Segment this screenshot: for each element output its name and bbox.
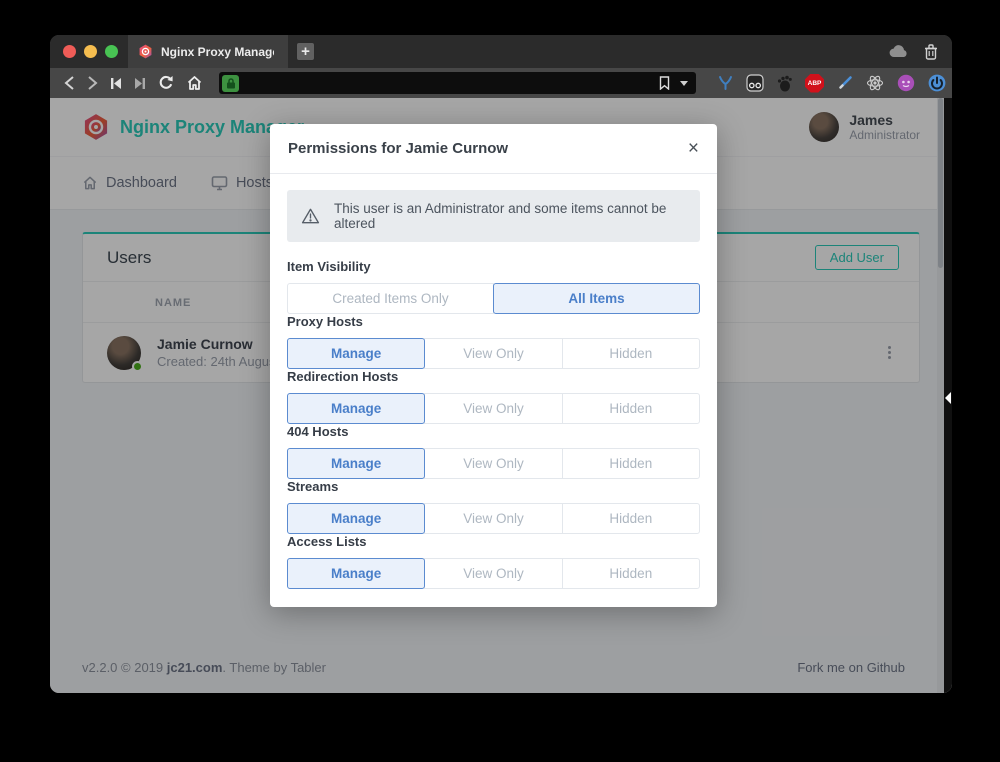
option-view-only[interactable]: View Only [424,558,562,589]
option-hidden[interactable]: Hidden [562,338,700,369]
browser-tab[interactable]: Nginx Proxy Manager [128,35,288,68]
option-view-only[interactable]: View Only [424,503,562,534]
section-label: 404 Hosts [287,424,700,439]
streams-group: Manage View Only Hidden [287,503,700,534]
option-view-only[interactable]: View Only [424,448,562,479]
minimize-window-button[interactable] [84,45,97,58]
option-view-only[interactable]: View Only [424,393,562,424]
section-label: Streams [287,479,700,494]
browser-window: Nginx Proxy Manager + [50,35,952,693]
warning-triangle-icon [301,207,320,225]
option-hidden[interactable]: Hidden [562,558,700,589]
trash-icon[interactable] [924,44,938,60]
sidebar-toggle-strip[interactable] [944,98,952,693]
page-viewport: Nginx Proxy Manager James Administrator … [50,98,952,693]
maximize-window-button[interactable] [105,45,118,58]
permission-section-redirection-hosts: Redirection Hosts Manage View Only Hidde… [287,369,700,424]
atom-devtools-extension-icon[interactable] [866,74,884,92]
tab-title: Nginx Proxy Manager [161,45,274,59]
option-hidden[interactable]: Hidden [562,393,700,424]
section-label: Redirection Hosts [287,369,700,384]
https-lock-icon[interactable] [222,75,239,92]
admin-warning-alert: This user is an Administrator and some i… [287,190,700,242]
cloud-sync-icon[interactable] [889,45,909,58]
404-hosts-group: Manage View Only Hidden [287,448,700,479]
power-extension-icon[interactable] [928,74,946,92]
forward-button-icon[interactable] [87,75,98,91]
adblock-plus-extension-icon[interactable]: ABP [805,74,824,93]
permission-section-streams: Streams Manage View Only Hidden [287,479,700,534]
browser-tab-bar: Nginx Proxy Manager + [50,35,952,68]
option-all-items[interactable]: All Items [493,283,700,314]
permission-section-404-hosts: 404 Hosts Manage View Only Hidden [287,424,700,479]
item-visibility-group: Created Items Only All Items [287,283,700,314]
permissions-modal: Permissions for Jamie Curnow × This user… [270,124,717,607]
section-label: Access Lists [287,534,700,549]
section-label: Proxy Hosts [287,314,700,329]
eyedropper-extension-icon[interactable] [837,75,853,91]
skip-to-end-icon[interactable] [134,77,146,90]
permission-section-proxy-hosts: Proxy Hosts Manage View Only Hidden [287,314,700,369]
abp-label: ABP [808,80,822,87]
option-hidden[interactable]: Hidden [562,503,700,534]
sidebar-toggle-arrow-icon[interactable] [945,392,951,404]
purple-extension-icon[interactable] [897,74,915,92]
new-tab-button[interactable]: + [296,42,315,61]
option-manage[interactable]: Manage [287,558,425,589]
gnome-foot-extension-icon[interactable] [777,75,792,92]
redirection-hosts-group: Manage View Only Hidden [287,393,700,424]
extension-icons: ABP [718,74,946,93]
alert-text: This user is an Administrator and some i… [334,201,686,231]
option-created-items-only[interactable]: Created Items Only [287,283,494,314]
bookmark-icon[interactable] [659,76,670,90]
section-label: Item Visibility [287,259,700,274]
reload-icon[interactable] [158,75,174,91]
option-manage[interactable]: Manage [287,338,425,369]
bookmark-dropdown-icon[interactable] [680,81,688,86]
access-lists-group: Manage View Only Hidden [287,558,700,589]
browser-toolbar: ABP [50,68,952,98]
skip-to-start-icon[interactable] [110,77,122,90]
close-window-button[interactable] [63,45,76,58]
favicon-npm-logo-icon [138,44,153,59]
option-manage[interactable]: Manage [287,448,425,479]
option-manage[interactable]: Manage [287,503,425,534]
fork-extension-icon[interactable] [718,75,733,91]
window-controls [50,45,128,58]
option-hidden[interactable]: Hidden [562,448,700,479]
tampermonkey-extension-icon[interactable] [746,74,764,92]
option-manage[interactable]: Manage [287,393,425,424]
permission-section-access-lists: Access Lists Manage View Only Hidden [287,534,700,589]
home-icon[interactable] [186,75,203,91]
modal-title: Permissions for Jamie Curnow [288,140,508,157]
proxy-hosts-group: Manage View Only Hidden [287,338,700,369]
back-button-icon[interactable] [64,75,75,91]
option-view-only[interactable]: View Only [424,338,562,369]
permission-section-item-visibility: Item Visibility Created Items Only All I… [287,259,700,314]
close-icon[interactable]: × [688,141,699,157]
url-bar[interactable] [219,72,696,94]
